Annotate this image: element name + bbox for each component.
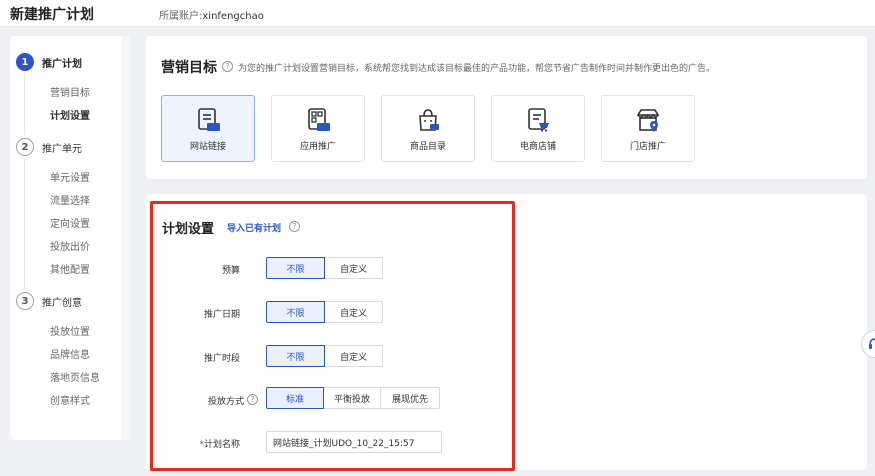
help-icon[interactable]: ? [222, 61, 233, 72]
promotion-time-option-unlimited[interactable]: 不限 [266, 345, 325, 367]
promotion-date-segmented-control: 不限 自定义 [266, 301, 383, 323]
goal-label-product-catalog: 商品目录 [409, 142, 446, 152]
headset-icon [869, 338, 875, 349]
sidebar-item-placement[interactable]: 投放位置 [50, 323, 90, 338]
sidebar-item-plan-settings[interactable]: 计划设置 [50, 107, 90, 122]
goal-option-product-catalog[interactable]: 商品目录 [381, 95, 475, 162]
sidebar-item-marketing-goal[interactable]: 营销目标 [50, 84, 90, 99]
sidebar-item-targeting[interactable]: 定向设置 [50, 215, 90, 230]
sidebar-item-creative-style[interactable]: 创意样式 [50, 392, 90, 407]
promotion-date-option-custom[interactable]: 自定义 [324, 301, 383, 323]
sidebar-item-bidding[interactable]: 投放出价 [50, 238, 90, 253]
step-1[interactable]: 1 推广计划 [16, 53, 82, 71]
account-info: 所属账户:xinfengchao [159, 7, 264, 22]
plan-settings-title: 计划设置 [162, 222, 215, 237]
account-label: 所属账户: [159, 11, 203, 22]
step-connector-line [24, 73, 25, 135]
step-1-number: 1 [16, 53, 34, 71]
goal-label-app-promotion: 应用推广 [299, 142, 336, 152]
website-icon [198, 108, 220, 131]
promotion-time-label: 推广时段 [203, 354, 240, 364]
promotion-date-option-unlimited[interactable]: 不限 [266, 301, 325, 323]
ecommerce-store-icon [528, 108, 549, 132]
step-2-number: 2 [16, 138, 34, 156]
budget-label: 预算 [221, 266, 240, 276]
delivery-method-option-exposure-first[interactable]: 展现优先 [380, 387, 440, 409]
sidebar-item-unit-settings[interactable]: 单元设置 [50, 169, 90, 184]
import-existing-plan-link[interactable]: 导入已有计划 [227, 221, 281, 234]
help-icon[interactable]: ? [289, 221, 300, 232]
step-1-label: 推广计划 [42, 58, 82, 70]
plan-name-label: *计划名称 [150, 437, 240, 450]
page-title: 新建推广计划 [10, 7, 94, 23]
top-bar: 新建推广计划 所属账户:xinfengchao [0, 0, 875, 27]
budget-segmented-control: 不限 自定义 [266, 257, 383, 279]
goal-option-store-promotion[interactable]: 门店推广 [601, 95, 695, 162]
delivery-method-option-balanced[interactable]: 平衡投放 [323, 387, 381, 409]
promotion-date-label: 推广日期 [203, 310, 240, 320]
delivery-method-label-text: 投放方式 [207, 397, 244, 407]
marketing-goal-title: 营销目标 [161, 60, 217, 76]
goal-label-ecommerce-store: 电商店铺 [519, 142, 556, 152]
step-3[interactable]: 3 推广创意 [16, 292, 82, 310]
app-icon [308, 108, 330, 131]
sidebar-item-other-config[interactable]: 其他配置 [50, 261, 90, 276]
sidebar-item-brand-info[interactable]: 品牌信息 [50, 346, 90, 361]
goal-option-app-promotion[interactable]: 应用推广 [271, 95, 365, 162]
help-icon[interactable]: ? [247, 394, 258, 405]
goal-option-ecommerce-store[interactable]: 电商店铺 [491, 95, 585, 162]
sidebar-item-landing-page[interactable]: 落地页信息 [50, 369, 100, 384]
sidebar-scroll-track [122, 36, 130, 440]
delivery-method-label: 投放方式 [152, 394, 244, 407]
marketing-goal-description: 为您的推广计划设置营销目标，系统帮您找到达成该目标最佳的产品功能，帮您节省广告制… [238, 64, 716, 74]
delivery-method-segmented-control: 标准 平衡投放 展现优先 [266, 387, 440, 409]
step-2[interactable]: 2 推广单元 [16, 138, 82, 156]
budget-option-custom[interactable]: 自定义 [324, 257, 383, 279]
goal-option-website-link[interactable]: 网站链接 [161, 95, 255, 162]
account-value: xinfengchao [202, 11, 264, 22]
sidebar-item-traffic-selection[interactable]: 流量选择 [50, 192, 90, 207]
goal-label-website-link: 网站链接 [189, 142, 226, 152]
storefront-icon [636, 109, 660, 132]
delivery-method-option-standard[interactable]: 标准 [266, 387, 324, 409]
goal-label-store-promotion: 门店推广 [629, 142, 666, 152]
plan-name-input[interactable] [266, 431, 442, 453]
budget-option-unlimited[interactable]: 不限 [266, 257, 325, 279]
plan-settings-card [146, 194, 867, 470]
step-connector-line [24, 158, 25, 290]
step-2-label: 推广单元 [42, 143, 82, 155]
promotion-time-segmented-control: 不限 自定义 [266, 345, 383, 367]
step-3-number: 3 [16, 292, 34, 310]
plan-name-label-text: 计划名称 [203, 440, 240, 450]
promotion-time-option-custom[interactable]: 自定义 [324, 345, 383, 367]
shopping-bag-icon [419, 109, 439, 131]
step-3-label: 推广创意 [42, 297, 82, 309]
